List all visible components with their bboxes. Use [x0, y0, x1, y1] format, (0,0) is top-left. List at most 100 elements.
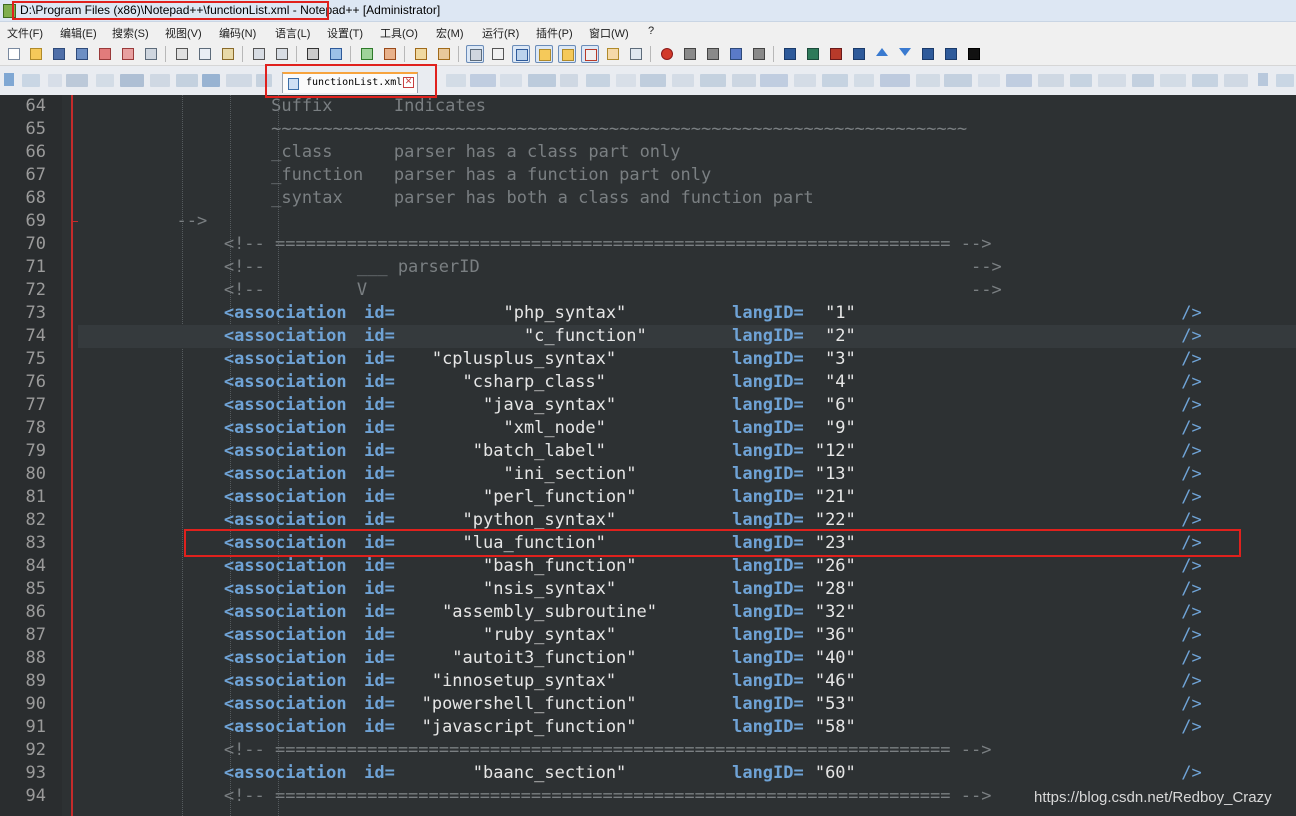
- inactive-tab-32[interactable]: [1098, 74, 1126, 87]
- inactive-tab-18[interactable]: [672, 74, 694, 87]
- inactive-tab-12[interactable]: [500, 74, 522, 87]
- sync-h-icon[interactable]: [435, 45, 453, 63]
- find-icon[interactable]: [304, 45, 322, 63]
- inactive-tab-0[interactable]: [22, 74, 40, 87]
- open-file-icon[interactable]: [27, 45, 45, 63]
- new-file-icon[interactable]: [5, 45, 23, 63]
- stop-macro-icon[interactable]: [681, 45, 699, 63]
- inactive-tab-10[interactable]: [446, 74, 466, 87]
- plugin-e-icon[interactable]: [919, 45, 937, 63]
- inactive-tab-23[interactable]: [822, 74, 848, 87]
- tab-scroll-right-icon[interactable]: [1258, 73, 1268, 86]
- menu-item-5[interactable]: 语言(L): [275, 25, 310, 41]
- show-all-chars-icon[interactable]: [489, 45, 507, 63]
- code-editor[interactable]: 64 65 66 67 68 69 70 71 72 73 74 75 76 77 78 79 80 81 82 83…: [0, 95, 1296, 816]
- menu-item-7[interactable]: 工具(O): [380, 25, 418, 41]
- copy-icon[interactable]: [196, 45, 214, 63]
- menu-item-1[interactable]: 编辑(E): [60, 25, 97, 41]
- close-all-icon[interactable]: [119, 45, 137, 63]
- inactive-tab-19[interactable]: [700, 74, 726, 87]
- menu-item-9[interactable]: 运行(R): [482, 25, 519, 41]
- inactive-tab-11[interactable]: [470, 74, 496, 87]
- monitor-icon[interactable]: [627, 45, 645, 63]
- inactive-tab-6[interactable]: [176, 74, 198, 87]
- code-token: "php_syntax": [401, 303, 678, 323]
- inactive-tab-15[interactable]: [586, 74, 610, 87]
- word-wrap-icon[interactable]: [466, 45, 484, 63]
- run-macro-multiple-icon[interactable]: [727, 45, 745, 63]
- toolbar-separator-4: [404, 46, 405, 62]
- close-icon[interactable]: ✕: [403, 77, 414, 88]
- user-lang-icon[interactable]: [581, 45, 599, 63]
- undo-icon[interactable]: [250, 45, 268, 63]
- indent-guide-icon[interactable]: [512, 45, 530, 63]
- inactive-tab-9[interactable]: [256, 74, 272, 87]
- tab-functionlist-xml[interactable]: functionList.xml ✕: [282, 72, 418, 93]
- zoom-in-icon[interactable]: [358, 45, 376, 63]
- doc-map-icon[interactable]: [535, 45, 553, 63]
- menu-item-10[interactable]: 插件(P): [536, 25, 573, 41]
- save-macro-icon[interactable]: [750, 45, 768, 63]
- menu-item-0[interactable]: 文件(F): [7, 25, 43, 41]
- inactive-tab-7[interactable]: [202, 74, 220, 87]
- plugin-f-icon[interactable]: [942, 45, 960, 63]
- inactive-tab-17[interactable]: [640, 74, 666, 87]
- inactive-tab-4[interactable]: [120, 74, 144, 87]
- plugin-j-icon[interactable]: [965, 45, 983, 63]
- close-file-icon[interactable]: [96, 45, 114, 63]
- record-macro-icon[interactable]: [658, 45, 676, 63]
- plugin-a-icon[interactable]: [781, 45, 799, 63]
- play-macro-icon[interactable]: [704, 45, 722, 63]
- inactive-tab-16[interactable]: [616, 74, 636, 87]
- sync-v-icon[interactable]: [412, 45, 430, 63]
- inactive-tab-37[interactable]: [1276, 74, 1294, 87]
- save-all-icon[interactable]: [73, 45, 91, 63]
- inactive-tab-26[interactable]: [916, 74, 940, 87]
- inactive-tab-27[interactable]: [944, 74, 972, 87]
- inactive-tab-13[interactable]: [528, 74, 556, 87]
- inactive-tab-1[interactable]: [48, 74, 62, 87]
- menu-item-6[interactable]: 设置(T): [327, 25, 363, 41]
- menu-item-2[interactable]: 搜索(S): [112, 25, 149, 41]
- inactive-tab-22[interactable]: [794, 74, 816, 87]
- plugin-a-icon-glyph: [784, 48, 796, 60]
- menu-item-3[interactable]: 视图(V): [165, 25, 202, 41]
- inactive-tab-20[interactable]: [732, 74, 756, 87]
- redo-icon[interactable]: [273, 45, 291, 63]
- inactive-tab-14[interactable]: [560, 74, 578, 87]
- tab-scroll-left-icon[interactable]: [4, 73, 14, 86]
- down-arrow-icon[interactable]: [896, 45, 914, 63]
- code-token: id=: [353, 671, 395, 691]
- inactive-tab-33[interactable]: [1132, 74, 1154, 87]
- menu-item-12[interactable]: ?: [648, 25, 654, 37]
- plugin-b-icon[interactable]: [804, 45, 822, 63]
- inactive-tab-3[interactable]: [96, 74, 114, 87]
- inactive-tab-29[interactable]: [1006, 74, 1032, 87]
- inactive-tab-8[interactable]: [226, 74, 252, 87]
- function-list-icon[interactable]: [558, 45, 576, 63]
- replace-icon[interactable]: [327, 45, 345, 63]
- inactive-tab-28[interactable]: [978, 74, 1000, 87]
- inactive-tab-21[interactable]: [760, 74, 788, 87]
- paste-icon[interactable]: [219, 45, 237, 63]
- up-arrow-icon[interactable]: [873, 45, 891, 63]
- menu-item-4[interactable]: 编码(N): [219, 25, 256, 41]
- inactive-tab-36[interactable]: [1224, 74, 1248, 87]
- plugin-d-icon[interactable]: [850, 45, 868, 63]
- inactive-tab-24[interactable]: [854, 74, 874, 87]
- menu-item-8[interactable]: 宏(M): [436, 25, 464, 41]
- save-icon[interactable]: [50, 45, 68, 63]
- inactive-tab-35[interactable]: [1192, 74, 1218, 87]
- zoom-out-icon[interactable]: [381, 45, 399, 63]
- inactive-tab-31[interactable]: [1070, 74, 1092, 87]
- inactive-tab-34[interactable]: [1160, 74, 1186, 87]
- menu-item-11[interactable]: 窗口(W): [589, 25, 629, 41]
- inactive-tab-5[interactable]: [150, 74, 170, 87]
- inactive-tab-30[interactable]: [1038, 74, 1064, 87]
- inactive-tab-2[interactable]: [66, 74, 88, 87]
- inactive-tab-25[interactable]: [880, 74, 910, 87]
- plugin-c-icon[interactable]: [827, 45, 845, 63]
- cut-icon[interactable]: [173, 45, 191, 63]
- folder-workspace-icon[interactable]: [604, 45, 622, 63]
- print-icon[interactable]: [142, 45, 160, 63]
